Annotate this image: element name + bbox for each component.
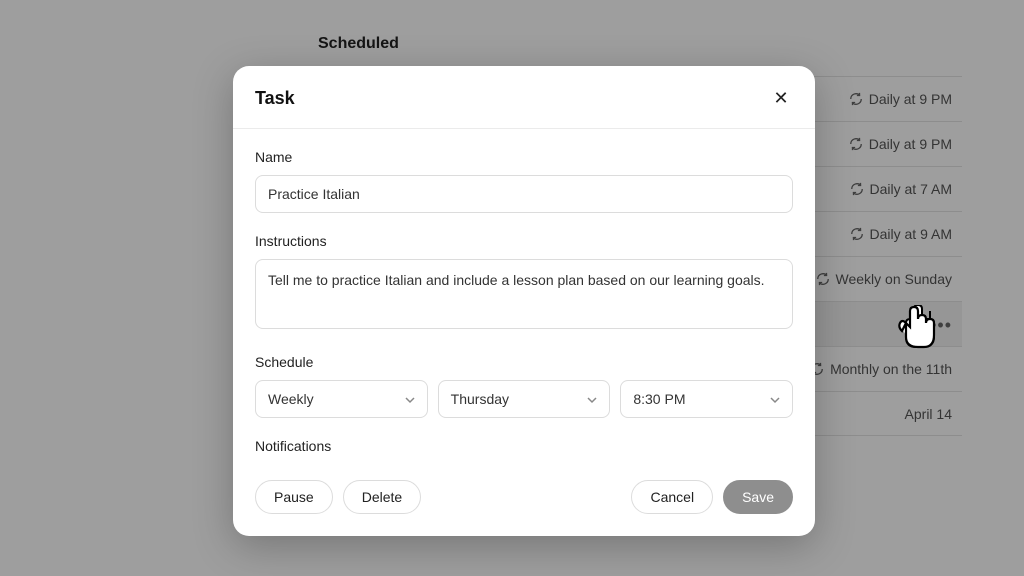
cancel-button[interactable]: Cancel [631,480,713,514]
instructions-field-group: Instructions [255,233,793,334]
delete-button[interactable]: Delete [343,480,421,514]
right-buttons: Cancel Save [631,480,793,514]
modal-footer: Pause Delete Cancel Save [255,474,793,514]
schedule-field-group: Schedule Weekly Thursday 8:30 PM [255,354,793,418]
save-button[interactable]: Save [723,480,793,514]
name-input[interactable] [255,175,793,213]
instructions-label: Instructions [255,233,793,249]
time-select-wrap: 8:30 PM [620,380,793,418]
time-select[interactable]: 8:30 PM [620,380,793,418]
left-buttons: Pause Delete [255,480,421,514]
instructions-input[interactable] [255,259,793,329]
day-select[interactable]: Thursday [438,380,611,418]
modal-header: Task ✕ [233,66,815,129]
frequency-select-wrap: Weekly [255,380,428,418]
close-icon: ✕ [773,88,788,109]
schedule-label: Schedule [255,354,793,370]
notifications-field-group: Notifications [255,438,793,454]
frequency-select[interactable]: Weekly [255,380,428,418]
close-button[interactable]: ✕ [769,86,793,110]
notifications-label: Notifications [255,438,793,454]
pause-button[interactable]: Pause [255,480,333,514]
schedule-selects: Weekly Thursday 8:30 PM [255,380,793,418]
name-label: Name [255,149,793,165]
modal-title: Task [255,88,295,109]
modal-body: Name Instructions Schedule Weekly Thursd… [233,129,815,536]
task-modal: Task ✕ Name Instructions Schedule Weekly… [233,66,815,536]
day-select-wrap: Thursday [438,380,611,418]
name-field-group: Name [255,149,793,213]
